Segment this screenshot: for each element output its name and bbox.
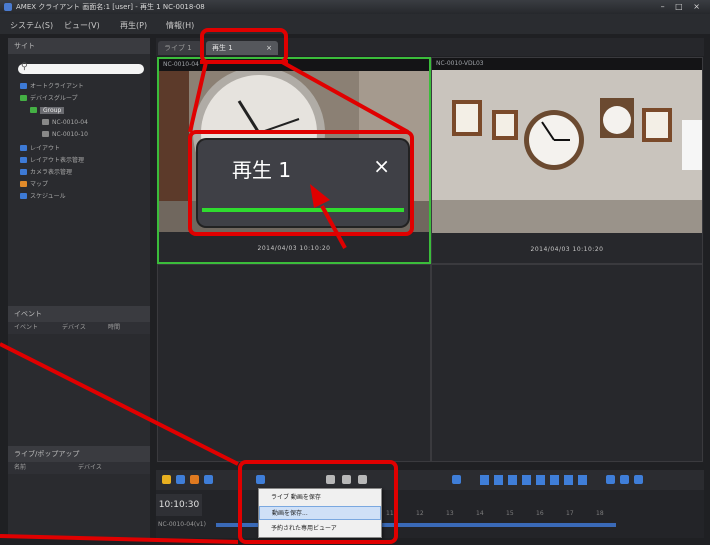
- layout-icon[interactable]: [452, 475, 461, 484]
- menu-playback[interactable]: 再生(P): [120, 20, 147, 31]
- grid-4-icon[interactable]: [494, 475, 503, 485]
- grid-16-icon[interactable]: [550, 475, 559, 485]
- grid-25-icon[interactable]: [578, 475, 587, 485]
- bell-icon[interactable]: [162, 475, 171, 484]
- tree-item-map[interactable]: マップ: [20, 180, 48, 189]
- grid-6-icon[interactable]: [508, 475, 517, 485]
- menu-view[interactable]: ビュー(V): [64, 20, 100, 31]
- map-icon: [20, 181, 27, 187]
- video-grid: NC-0010-04 2014/04/03 10:10:20 NC-0010-V…: [156, 56, 704, 463]
- highlight-tab-box: [200, 28, 288, 64]
- tree-item-schedule[interactable]: スケジュール: [20, 192, 66, 201]
- client-icon: [20, 83, 27, 89]
- timestamp: 2014/04/03 10:10:20: [530, 246, 604, 253]
- tree-item-layout[interactable]: レイアウト: [20, 144, 60, 153]
- tree-item-layout-manage[interactable]: レイアウト表示管理: [20, 156, 84, 165]
- fullscreen-icon[interactable]: [606, 475, 615, 484]
- camera-name: NC-0010-04: [159, 59, 429, 71]
- group-icon: [30, 107, 37, 113]
- camera-icon: [20, 169, 27, 175]
- site-search-input[interactable]: ⚲: [18, 62, 144, 74]
- tree-item-camera-10[interactable]: NC-0010-10: [42, 130, 88, 139]
- camera-image: [432, 70, 702, 233]
- menu-info[interactable]: 情報(H): [166, 20, 194, 31]
- grid-9-icon[interactable]: [522, 475, 531, 485]
- site-panel-title: サイト: [8, 38, 150, 54]
- window-title: AMEX クライアント 画面名:1 [user] - 再生 1 NC-0018-…: [16, 3, 205, 11]
- menu-bar: システム(S) ビュー(V) 再生(P) 情報(H): [0, 14, 710, 34]
- app-icon: [4, 3, 12, 11]
- grid-1-icon[interactable]: [480, 475, 489, 485]
- tree-item-device-group[interactable]: デバイスグループ: [20, 94, 77, 103]
- tree-item-group[interactable]: Group: [30, 106, 65, 115]
- highlight-callout-box: [188, 130, 414, 236]
- layout-icon: [20, 157, 27, 163]
- clock-icon: [20, 193, 27, 199]
- highlight-menu-box: [238, 460, 398, 544]
- layout-icon: [20, 145, 27, 151]
- search-icon[interactable]: [176, 475, 185, 484]
- video-cell-3[interactable]: [157, 264, 431, 462]
- export-icon[interactable]: [204, 475, 213, 484]
- tree-item-camera-04[interactable]: NC-0010-04: [42, 118, 88, 127]
- camera-name: NC-0010-VDL03: [432, 58, 702, 70]
- search-icon: ⚲: [21, 62, 28, 72]
- grid-20-icon[interactable]: [564, 475, 573, 485]
- camera-icon: [42, 131, 49, 137]
- timestamp: 2014/04/03 10:10:20: [257, 245, 331, 252]
- video-cell-4[interactable]: [431, 264, 703, 462]
- grid-12-icon[interactable]: [536, 475, 545, 485]
- events-columns: イベント デバイス 時間: [8, 322, 150, 334]
- current-time: 10:10:30: [156, 494, 202, 516]
- group-icon: [20, 95, 27, 101]
- tree-item-auto-client[interactable]: オートクライアント: [20, 82, 84, 91]
- live-popup-panel-title: ライブ/ポップアップ: [8, 446, 150, 462]
- sidebar: サイト ⚲ オートクライアント デバイスグループ Group NC-0010-0…: [8, 38, 150, 538]
- tree-item-camera-manage[interactable]: カメラ表示管理: [20, 168, 72, 177]
- window-controls[interactable]: – □ ×: [661, 0, 704, 14]
- title-bar: AMEX クライアント 画面名:1 [user] - 再生 1 NC-0018-…: [0, 0, 710, 14]
- menu-system[interactable]: システム(S): [10, 20, 53, 31]
- video-cell-2[interactable]: NC-0010-VDL03 2014/04/03 10:10:20: [431, 57, 703, 264]
- tab-live-1[interactable]: ライブ 1: [158, 41, 202, 55]
- prev-page-icon[interactable]: [620, 475, 629, 484]
- next-page-icon[interactable]: [634, 475, 643, 484]
- live-popup-columns: 名前 デバイス: [8, 462, 150, 474]
- events-panel-title: イベント: [8, 306, 150, 322]
- camera-icon: [42, 119, 49, 125]
- folder-icon[interactable]: [190, 475, 199, 484]
